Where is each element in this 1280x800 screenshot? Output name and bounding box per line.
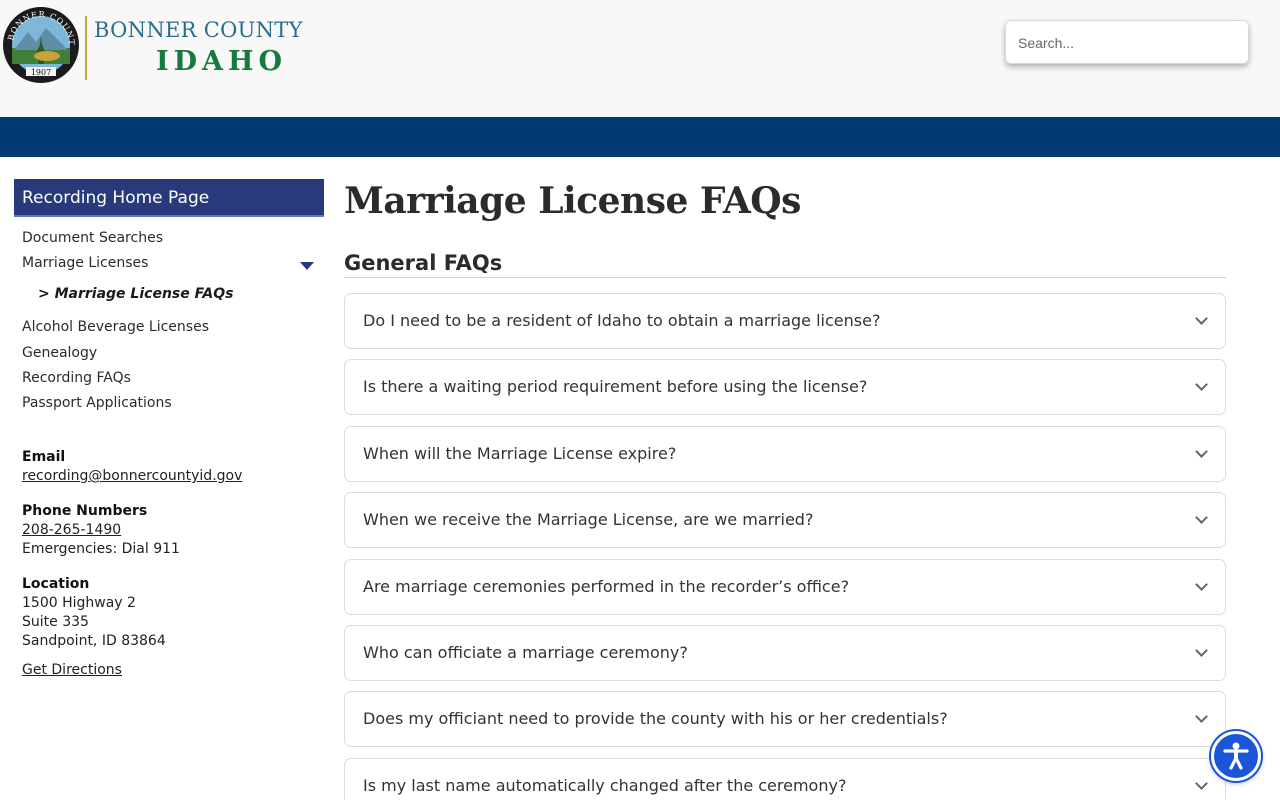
email-link[interactable]: recording@bonnercountyid.gov xyxy=(22,468,242,484)
logo-state-name: IDAHO xyxy=(156,46,288,77)
faq-item[interactable]: Who can officiate a marriage ceremony? xyxy=(344,625,1226,681)
sidebar-item-marriage-licenses[interactable]: Marriage Licenses xyxy=(22,255,148,271)
accessibility-icon xyxy=(1223,742,1249,770)
faq-item[interactable]: Are marriage ceremonies performed in the… xyxy=(344,559,1226,615)
faq-question: When we receive the Marriage License, ar… xyxy=(363,510,814,529)
chevron-down-icon xyxy=(1195,511,1208,524)
county-seal-icon: 1907 BONNER COUNTY xyxy=(2,6,79,83)
site-header: 1907 BONNER COUNTY BONNER COUNTY IDAHO xyxy=(0,0,1280,117)
chevron-down-icon xyxy=(1195,445,1208,458)
search-input[interactable] xyxy=(1018,31,1238,55)
sidebar-subitem-marriage-license-faqs[interactable]: > Marriage License FAQs xyxy=(38,286,233,302)
emergency-text: Emergencies: Dial 911 xyxy=(22,541,180,557)
faq-question: Is there a waiting period requirement be… xyxy=(363,377,868,396)
get-directions-link[interactable]: Get Directions xyxy=(22,662,122,678)
chevron-down-icon xyxy=(1195,710,1208,723)
address-line-3: Sandpoint, ID 83864 xyxy=(22,633,166,649)
section-divider xyxy=(344,277,1226,278)
county-logo[interactable]: 1907 BONNER COUNTY BONNER COUNTY IDAHO xyxy=(2,6,302,86)
sidebar-item-recording-faqs[interactable]: Recording FAQs xyxy=(22,370,131,386)
page-title: Marriage License FAQs xyxy=(344,180,801,222)
search-box xyxy=(1005,20,1249,64)
accessibility-button[interactable] xyxy=(1211,731,1261,781)
sidebar-heading-recording-home[interactable]: Recording Home Page xyxy=(14,179,324,217)
faq-item[interactable]: Is there a waiting period requirement be… xyxy=(344,359,1226,415)
faq-item[interactable]: Do I need to be a resident of Idaho to o… xyxy=(344,293,1226,349)
logo-divider xyxy=(85,16,87,80)
phone-label: Phone Numbers xyxy=(22,503,148,519)
section-title: General FAQs xyxy=(344,251,503,275)
seal-year: 1907 xyxy=(31,68,51,77)
faq-question: Is my last name automatically changed af… xyxy=(363,776,847,795)
faq-question: Who can officiate a marriage ceremony? xyxy=(363,643,688,662)
faq-question: Does my officiant need to provide the co… xyxy=(363,709,948,728)
faq-item[interactable]: Does my officiant need to provide the co… xyxy=(344,691,1226,747)
faq-question: Are marriage ceremonies performed in the… xyxy=(363,577,850,596)
chevron-down-icon xyxy=(1195,378,1208,391)
phone-link[interactable]: 208-265-1490 xyxy=(22,522,121,538)
main-navigation-bar xyxy=(0,117,1280,157)
chevron-down-icon xyxy=(1195,644,1208,657)
sidebar-item-alcohol-beverage-licenses[interactable]: Alcohol Beverage Licenses xyxy=(22,319,209,335)
logo-county-name: BONNER COUNTY xyxy=(94,18,303,42)
address-line-1: 1500 Highway 2 xyxy=(22,595,136,611)
faq-item[interactable]: When we receive the Marriage License, ar… xyxy=(344,492,1226,548)
sidebar-item-document-searches[interactable]: Document Searches xyxy=(22,230,163,246)
sidebar-item-passport-applications[interactable]: Passport Applications xyxy=(22,395,172,411)
faq-question: When will the Marriage License expire? xyxy=(363,444,677,463)
chevron-down-icon xyxy=(1195,312,1208,325)
sidebar-item-genealogy[interactable]: Genealogy xyxy=(22,345,97,361)
email-label: Email xyxy=(22,449,66,465)
faq-question: Do I need to be a resident of Idaho to o… xyxy=(363,311,881,330)
address-line-2: Suite 335 xyxy=(22,614,89,630)
caret-down-icon[interactable] xyxy=(300,262,314,270)
location-label: Location xyxy=(22,576,90,592)
faq-item[interactable]: When will the Marriage License expire? xyxy=(344,426,1226,482)
chevron-down-icon xyxy=(1195,777,1208,790)
chevron-down-icon xyxy=(1195,578,1208,591)
faq-item[interactable]: Is my last name automatically changed af… xyxy=(344,758,1226,800)
